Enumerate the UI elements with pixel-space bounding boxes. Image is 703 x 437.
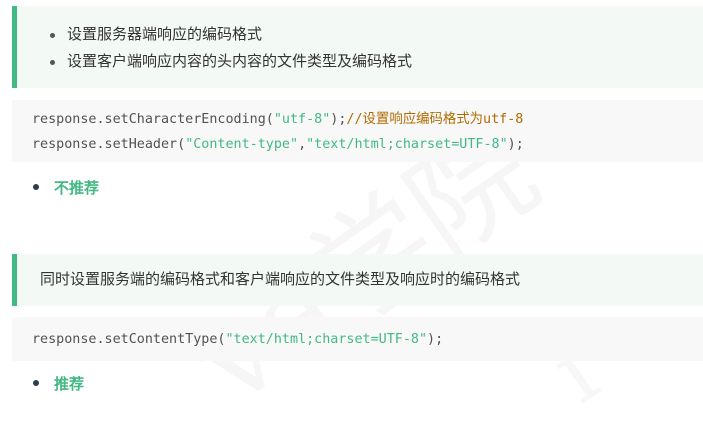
code-punctuation: ); xyxy=(507,137,524,152)
code-string: "utf-8" xyxy=(273,112,331,127)
not-recommended-label: 不推荐 xyxy=(33,177,99,198)
recommended-label: 推荐 xyxy=(33,373,84,394)
code-punctuation: ); xyxy=(330,112,347,127)
bullet-list: 设置服务器端响应的编码格式 设置客户端响应内容的头内容的文件类型及编码格式 xyxy=(49,21,412,75)
code-line: response.setHeader("Content-type","text/… xyxy=(32,132,703,157)
code-string: "text/html;charset=UTF-8" xyxy=(306,137,508,152)
code-string: "text/html;charset=UTF-8" xyxy=(225,332,428,347)
code-string: "Content-type" xyxy=(185,137,299,152)
bullet-icon xyxy=(33,183,39,190)
list-item: 设置客户端响应内容的头内容的文件类型及编码格式 xyxy=(49,48,412,75)
code-comment: //设置响应编码格式为utf-8 xyxy=(346,112,524,127)
info-callout-methods: 设置服务器端响应的编码格式 设置客户端响应内容的头内容的文件类型及编码格式 xyxy=(12,6,703,88)
list-item: 设置服务器端响应的编码格式 xyxy=(49,21,412,48)
code-punctuation: , xyxy=(298,137,307,152)
code-method: response.setHeader( xyxy=(32,137,186,152)
label-text: 不推荐 xyxy=(54,179,100,197)
callout-text: 同时设置服务端的编码格式和客户端响应的文件类型及响应时的编码格式 xyxy=(40,270,521,288)
code-punctuation: ); xyxy=(427,332,444,347)
code-method: response.setCharacterEncoding( xyxy=(32,112,274,127)
label-text: 推荐 xyxy=(54,375,85,393)
code-line: response.setCharacterEncoding("utf-8");/… xyxy=(32,107,703,132)
info-callout-combined: 同时设置服务端的编码格式和客户端响应的文件类型及响应时的编码格式 xyxy=(12,254,703,306)
code-line: response.setContentType("text/html;chars… xyxy=(32,327,703,352)
bullet-icon xyxy=(33,379,39,386)
code-block-not-recommended: response.setCharacterEncoding("utf-8");/… xyxy=(12,100,703,162)
code-method: response.setContentType( xyxy=(32,332,226,347)
code-block-recommended: response.setContentType("text/html;chars… xyxy=(12,317,703,361)
